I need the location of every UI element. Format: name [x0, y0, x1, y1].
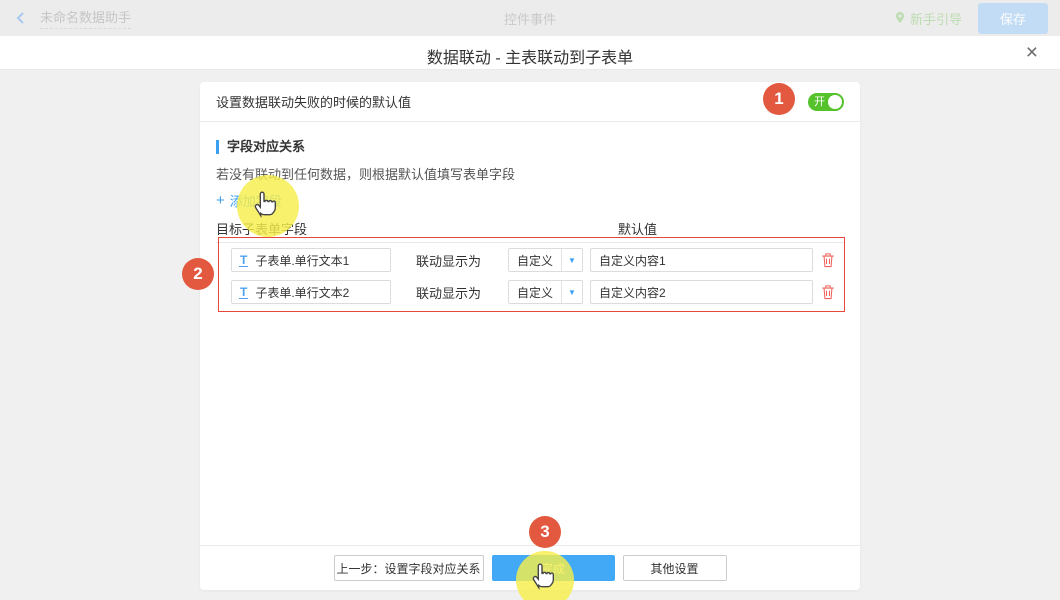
mode-selected-value: 自定义 — [509, 284, 561, 301]
dialog-body: 设置数据联动失败的时候的默认值 开 字段对应关系 若没有联动到任何数据，则根据默… — [0, 70, 1060, 600]
location-pin-icon — [894, 11, 906, 25]
plus-icon: + — [216, 194, 225, 208]
app-window: 未命名数据助手 控件事件 新手引导 保存 数据联动 - 主表联动到子表单 × 设… — [0, 0, 1060, 600]
section-title: 字段对应关系 — [216, 140, 844, 154]
section-description: 若没有联动到任何数据，则根据默认值填写表单字段 — [216, 164, 844, 183]
target-field-input[interactable] — [255, 253, 373, 267]
target-field-input-wrap: T — [231, 280, 391, 304]
columns-header: 目标子表单字段 默认值 — [216, 219, 844, 235]
mode-select[interactable]: 自定义 ▼ — [508, 280, 583, 304]
target-field-input-wrap: T — [231, 248, 391, 272]
chevron-down-icon: ▼ — [568, 288, 576, 297]
select-caret-box: ▼ — [561, 281, 582, 303]
step-badge-3: 3 — [529, 516, 561, 548]
select-caret-box: ▼ — [561, 249, 582, 271]
mode-select[interactable]: 自定义 ▼ — [508, 248, 583, 272]
default-value-setting-label: 设置数据联动失败的时候的默认值 — [216, 92, 411, 111]
text-field-icon: T — [239, 286, 248, 299]
settings-panel: 设置数据联动失败的时候的默认值 开 字段对应关系 若没有联动到任何数据，则根据默… — [200, 82, 860, 590]
default-value-setting-row: 设置数据联动失败的时候的默认值 开 — [200, 82, 860, 122]
trash-icon — [821, 252, 835, 268]
step-badge-2: 2 — [182, 258, 214, 290]
dialog-header: 数据联动 - 主表联动到子表单 × — [0, 36, 1060, 70]
delete-row-button[interactable] — [821, 252, 835, 268]
toggle-knob — [828, 95, 842, 109]
trash-icon — [821, 284, 835, 300]
mode-selected-value: 自定义 — [509, 252, 561, 269]
default-value-input[interactable] — [590, 280, 813, 304]
other-settings-button[interactable]: 其他设置 — [623, 555, 727, 581]
field-mapping-section: 字段对应关系 若没有联动到任何数据，则根据默认值填写表单字段 + 添加字段 目标… — [200, 122, 860, 243]
mapping-row: T 联动显示为 自定义 ▼ — [231, 280, 844, 304]
previous-step-button[interactable]: 上一步：设置字段对应关系 — [334, 555, 484, 581]
default-value-input[interactable] — [590, 248, 813, 272]
step-badge-1: 1 — [763, 83, 795, 115]
default-value-toggle[interactable]: 开 — [808, 93, 844, 111]
delete-row-button[interactable] — [821, 284, 835, 300]
target-field-input[interactable] — [255, 285, 373, 299]
guide-label: 新手引导 — [910, 9, 962, 28]
text-field-icon: T — [239, 254, 248, 267]
relation-label: 联动显示为 — [416, 251, 481, 270]
toggle-on-label: 开 — [814, 96, 825, 108]
guide-link[interactable]: 新手引导 — [894, 9, 962, 28]
topbar: 未命名数据助手 控件事件 新手引导 保存 — [0, 0, 1060, 36]
close-icon[interactable]: × — [1026, 41, 1038, 65]
mapping-rows-group: T 联动显示为 自定义 ▼ — [218, 237, 845, 312]
hand-cursor-finish — [528, 560, 556, 595]
save-button[interactable]: 保存 — [978, 3, 1048, 34]
mapping-row: T 联动显示为 自定义 ▼ — [231, 248, 844, 272]
chevron-down-icon: ▼ — [568, 256, 576, 265]
column-default-value: 默认值 — [618, 219, 657, 238]
hand-cursor-add-field — [250, 188, 278, 223]
dialog-title: 数据联动 - 主表联动到子表单 — [0, 44, 1060, 68]
relation-label: 联动显示为 — [416, 283, 481, 302]
